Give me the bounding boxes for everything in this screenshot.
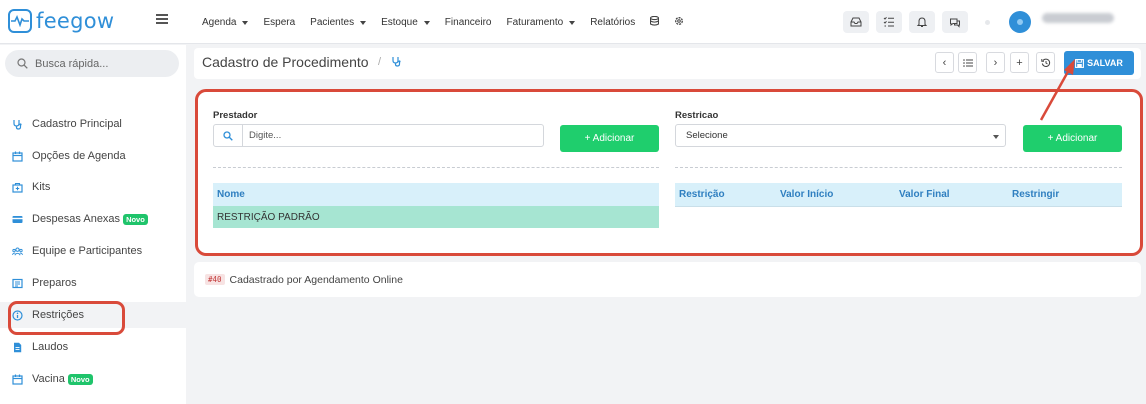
avatar[interactable] bbox=[1009, 11, 1031, 33]
nav-label: Relatórios bbox=[590, 17, 636, 28]
file-icon bbox=[12, 342, 23, 353]
nav-item-relatorios[interactable]: Relatórios bbox=[590, 17, 635, 28]
chat-icon[interactable] bbox=[942, 11, 968, 33]
sidebar-item-laudos[interactable]: Laudos bbox=[0, 334, 186, 360]
highlight-card bbox=[195, 89, 1143, 256]
logo-mark-icon bbox=[8, 9, 32, 33]
sidebar-item-cadastro-principal[interactable]: Cadastro Principal bbox=[0, 111, 186, 137]
main-nav: Agenda Espera Pacientes Estoque Financei… bbox=[202, 15, 699, 29]
source-text: Cadastrado por Agendamento Online bbox=[229, 273, 403, 286]
caret-down-icon bbox=[569, 20, 576, 25]
sidebar-item-preparos[interactable]: Preparos bbox=[0, 270, 186, 296]
stethoscope-icon bbox=[12, 119, 23, 130]
nav-item-financeiro[interactable]: Financeiro bbox=[445, 17, 492, 28]
add-button[interactable]: + bbox=[1010, 52, 1029, 73]
sidebar-item-despesas-anexas[interactable]: Despesas Anexas Novo bbox=[0, 206, 186, 232]
checklist-icon[interactable] bbox=[876, 11, 902, 33]
stethoscope-icon bbox=[391, 56, 402, 70]
list-icon bbox=[962, 58, 973, 67]
nav-label: Espera bbox=[263, 17, 296, 28]
list-button[interactable] bbox=[958, 52, 977, 73]
presence-dot bbox=[985, 20, 990, 25]
feegow-logo[interactable]: feegow bbox=[8, 9, 114, 33]
history-icon bbox=[1040, 58, 1050, 67]
nav-item-faturamento[interactable]: Faturamento bbox=[507, 17, 576, 28]
gear-icon[interactable] bbox=[674, 16, 684, 29]
database-icon[interactable] bbox=[650, 15, 660, 29]
save-label: SALVAR bbox=[1087, 58, 1123, 68]
caret-down-icon bbox=[242, 20, 249, 25]
brand-name: feegow bbox=[36, 9, 115, 33]
nav-label: Pacientes bbox=[310, 17, 355, 28]
nav-item-estoque[interactable]: Estoque bbox=[381, 17, 430, 28]
list-icon bbox=[12, 278, 23, 289]
team-icon bbox=[12, 246, 23, 257]
inbox-icon[interactable] bbox=[843, 11, 869, 33]
page-title: Cadastro de Procedimento bbox=[202, 54, 369, 70]
caret-down-icon bbox=[423, 20, 430, 25]
sidebar-item-label: Opções de Agenda bbox=[32, 150, 126, 162]
nav-label: Agenda bbox=[202, 17, 237, 28]
nav-item-agenda[interactable]: Agenda bbox=[202, 17, 249, 28]
highlight-restricoes bbox=[8, 301, 125, 335]
source-info: #40 Cadastrado por Agendamento Online bbox=[194, 262, 1141, 297]
menu-toggle-icon[interactable] bbox=[156, 14, 168, 24]
previous-button[interactable]: ‹ bbox=[935, 52, 954, 73]
plus-icon: + bbox=[1016, 56, 1023, 69]
user-name-blurred[interactable] bbox=[1042, 13, 1114, 23]
quick-search-placeholder: Busca rápida... bbox=[35, 57, 109, 70]
nav-item-pacientes[interactable]: Pacientes bbox=[310, 17, 367, 28]
calendar-icon bbox=[12, 151, 23, 162]
sidebar-item-equipe[interactable]: Equipe e Participantes bbox=[0, 238, 186, 264]
kit-icon bbox=[12, 182, 23, 193]
sidebar-item-label: Laudos bbox=[32, 341, 69, 353]
nav-label: Estoque bbox=[381, 17, 418, 28]
card-icon bbox=[12, 214, 23, 225]
caret-down-icon bbox=[360, 20, 367, 25]
history-button[interactable] bbox=[1036, 52, 1055, 73]
sidebar-item-label: Cadastro Principal bbox=[32, 118, 122, 130]
sidebar-item-label: Preparos bbox=[32, 277, 77, 289]
nav-label: Financeiro bbox=[444, 17, 492, 28]
sidebar-item-label: Vacina bbox=[32, 373, 65, 385]
new-badge: Novo bbox=[123, 213, 148, 225]
sidebar: Busca rápida... Cadastro Principal Opçõe… bbox=[0, 45, 186, 404]
sidebar-item-label: Equipe e Participantes bbox=[32, 245, 143, 257]
sidebar-item-opcoes-agenda[interactable]: Opções de Agenda bbox=[0, 143, 186, 169]
top-icon-group bbox=[843, 11, 975, 33]
sidebar-item-kits[interactable]: Kits bbox=[0, 174, 186, 200]
nav-label: Faturamento bbox=[506, 17, 564, 28]
save-icon bbox=[1075, 58, 1085, 68]
sidebar-item-label: Kits bbox=[32, 181, 51, 193]
calendar-icon bbox=[12, 374, 23, 385]
new-badge: Novo bbox=[67, 373, 93, 385]
top-bar: feegow Agenda Espera Pacientes Estoque F… bbox=[0, 0, 1146, 44]
chevron-right-icon: › bbox=[993, 56, 998, 69]
sidebar-item-label: Despesas Anexas bbox=[32, 213, 121, 225]
next-button[interactable]: › bbox=[986, 52, 1005, 73]
quick-search-input[interactable]: Busca rápida... bbox=[5, 50, 179, 77]
code-tag: #40 bbox=[205, 274, 225, 285]
chevron-left-icon: ‹ bbox=[942, 56, 947, 69]
sidebar-item-vacina[interactable]: Vacina Novo bbox=[0, 366, 186, 392]
bell-icon[interactable] bbox=[909, 11, 935, 33]
page-header: Cadastro de Procedimento / ‹ › + SALVAR bbox=[194, 48, 1141, 79]
save-button[interactable]: SALVAR bbox=[1064, 51, 1134, 75]
nav-item-espera[interactable]: Espera bbox=[263, 17, 295, 28]
search-icon bbox=[17, 58, 28, 69]
breadcrumb-separator: / bbox=[378, 56, 382, 68]
